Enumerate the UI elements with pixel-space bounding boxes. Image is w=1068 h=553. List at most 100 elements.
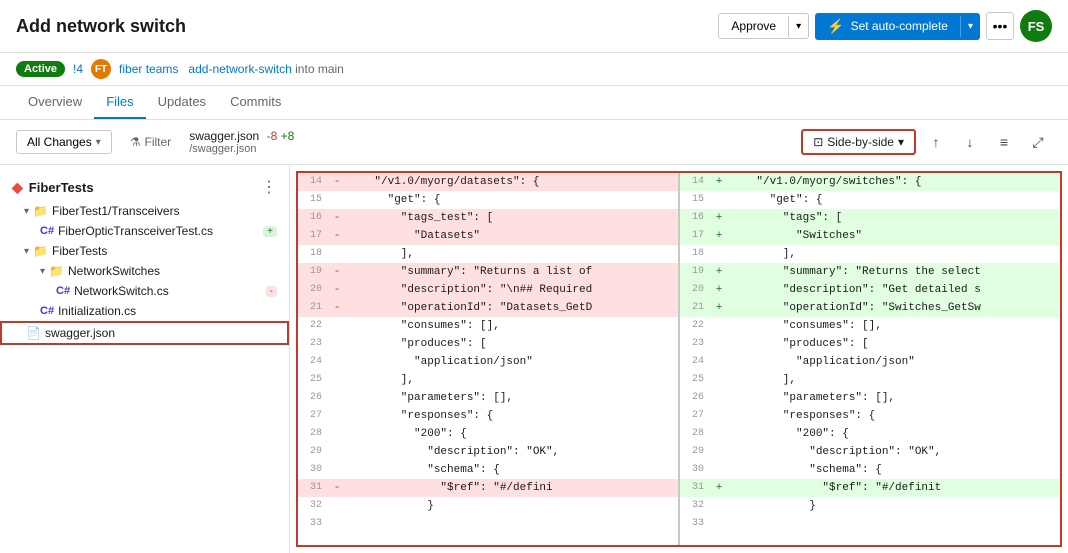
diff-right-panel[interactable]: 14+ "/v1.0/myorg/switches": {15 "get": {… xyxy=(680,173,1060,545)
line-sign: - xyxy=(330,227,344,245)
sidebar-item-transceivers[interactable]: ▾ 📁 FiberTest1/Transceivers xyxy=(0,201,289,221)
tab-updates[interactable]: Updates xyxy=(146,86,218,119)
line-number: 20 xyxy=(298,281,330,299)
line-sign: - xyxy=(330,281,344,299)
diff-line: 27 "responses": { xyxy=(298,407,678,425)
diff-line: 26 "parameters": [], xyxy=(680,389,1060,407)
all-changes-dropdown[interactable]: All Changes ▾ xyxy=(16,130,112,154)
line-number: 21 xyxy=(680,299,712,317)
sidebar: ◆ FiberTests ⋮ ▾ 📁 FiberTest1/Transceive… xyxy=(0,165,290,553)
line-number: 16 xyxy=(298,209,330,227)
line-sign xyxy=(330,515,344,533)
sidebar-title-label: FiberTests xyxy=(29,180,94,195)
scroll-up-button[interactable]: ↑ xyxy=(922,128,950,156)
cs-file-icon: C# xyxy=(40,305,54,317)
line-content: "description": "\n## Required xyxy=(344,281,678,299)
line-sign xyxy=(712,317,726,335)
line-content xyxy=(344,515,678,533)
header-right: Approve ▾ ⚡ Set auto-complete ▾ ••• FS xyxy=(718,10,1052,42)
toolbar-left: All Changes ▾ ⚗ Filter swagger.json -8 +… xyxy=(16,129,793,155)
expand-button[interactable]: ⤢ xyxy=(1024,128,1052,156)
side-by-side-button[interactable]: ⊡ Side-by-side ▾ xyxy=(801,129,916,155)
line-content: "responses": { xyxy=(344,407,678,425)
autocomplete-button[interactable]: ⚡ Set auto-complete xyxy=(815,13,960,40)
diff-line: 14+ "/v1.0/myorg/switches": { xyxy=(680,173,1060,191)
author-link[interactable]: fiber teams xyxy=(119,62,178,76)
line-content: "description": "OK", xyxy=(344,443,678,461)
diff-line: 28 "200": { xyxy=(298,425,678,443)
sidebar-item-networkswitch-cs[interactable]: C# NetworkSwitch.cs - xyxy=(0,281,289,301)
tab-overview[interactable]: Overview xyxy=(16,86,94,119)
line-sign xyxy=(330,317,344,335)
approve-button-group[interactable]: Approve ▾ xyxy=(718,13,809,39)
main-area: ◆ FiberTests ⋮ ▾ 📁 FiberTest1/Transceive… xyxy=(0,165,1068,553)
file-info: swagger.json -8 +8 /swagger.json xyxy=(189,129,294,155)
line-content: "tags_test": [ xyxy=(344,209,678,227)
diff-line: 28 "200": { xyxy=(680,425,1060,443)
line-content: "get": { xyxy=(344,191,678,209)
line-content: "200": { xyxy=(344,425,678,443)
autocomplete-button-group[interactable]: ⚡ Set auto-complete ▾ xyxy=(815,13,980,40)
filter-button[interactable]: ⚗ Filter xyxy=(120,131,181,153)
sidebar-item-networkswitches-folder[interactable]: ▾ 📁 NetworkSwitches xyxy=(0,261,289,281)
sidebar-more-button[interactable]: ⋮ xyxy=(261,177,277,197)
scroll-down-button[interactable]: ↓ xyxy=(956,128,984,156)
line-sign: - xyxy=(330,299,344,317)
line-sign xyxy=(330,353,344,371)
line-number: 26 xyxy=(298,389,330,407)
diff-minus: -8 xyxy=(267,129,278,143)
view-chevron-icon: ▾ xyxy=(898,135,904,149)
line-sign: + xyxy=(712,263,726,281)
more-options-button[interactable]: ••• xyxy=(986,12,1014,40)
file-label: FiberOpticTransceiverTest.cs xyxy=(58,224,213,238)
user-avatar: FS xyxy=(1020,10,1052,42)
line-sign xyxy=(712,389,726,407)
status-badge: Active xyxy=(16,61,65,77)
view-mode-label: Side-by-side xyxy=(827,135,894,149)
line-number: 17 xyxy=(680,227,712,245)
folder-label: FiberTests xyxy=(52,244,107,258)
line-content: "tags": [ xyxy=(726,209,1060,227)
diff-line: 31- "$ref": "#/defini xyxy=(298,479,678,497)
tab-commits[interactable]: Commits xyxy=(218,86,293,119)
header-left: Add network switch xyxy=(16,16,186,37)
line-sign xyxy=(712,443,726,461)
line-number: 27 xyxy=(680,407,712,425)
diff-line: 18 ], xyxy=(298,245,678,263)
autocomplete-caret[interactable]: ▾ xyxy=(960,16,980,37)
sidebar-item-initialization-cs[interactable]: C# Initialization.cs xyxy=(0,301,289,321)
line-content: "schema": { xyxy=(344,461,678,479)
diff-line: 33 xyxy=(298,515,678,533)
diff-line: 16- "tags_test": [ xyxy=(298,209,678,227)
line-content: "$ref": "#/definit xyxy=(726,479,1060,497)
line-number: 29 xyxy=(298,443,330,461)
sidebar-item-fibertests-folder[interactable]: ▾ 📁 FiberTests xyxy=(0,241,289,261)
line-content: "summary": "Returns the select xyxy=(726,263,1060,281)
diff-line: 17- "Datasets" xyxy=(298,227,678,245)
line-number: 21 xyxy=(298,299,330,317)
source-branch[interactable]: add-network-switch xyxy=(188,62,291,76)
diff-left-panel[interactable]: 14- "/v1.0/myorg/datasets": {15 "get": {… xyxy=(298,173,680,545)
tab-files[interactable]: Files xyxy=(94,86,145,119)
line-number: 25 xyxy=(680,371,712,389)
diff-line: 31+ "$ref": "#/definit xyxy=(680,479,1060,497)
sidebar-item-swagger-json[interactable]: 📄 swagger.json xyxy=(0,321,289,345)
diff-line: 17+ "Switches" xyxy=(680,227,1060,245)
line-sign xyxy=(330,407,344,425)
right-diff-container: 14+ "/v1.0/myorg/switches": {15 "get": {… xyxy=(680,173,1060,533)
settings-button[interactable]: ≡ xyxy=(990,128,1018,156)
line-content: "description": "OK", xyxy=(726,443,1060,461)
chevron-down-icon: ▾ xyxy=(96,137,101,148)
line-number: 16 xyxy=(680,209,712,227)
file-label: swagger.json xyxy=(45,326,115,340)
sidebar-item-transceiver-test[interactable]: C# FiberOpticTransceiverTest.cs + xyxy=(0,221,289,241)
approve-button[interactable]: Approve xyxy=(719,14,788,38)
tab-bar: Overview Files Updates Commits xyxy=(0,86,1068,120)
diff-line: 29 "description": "OK", xyxy=(298,443,678,461)
line-content: "operationId": "Datasets_GetD xyxy=(344,299,678,317)
line-number: 18 xyxy=(680,245,712,263)
approve-caret[interactable]: ▾ xyxy=(788,16,808,37)
line-sign: - xyxy=(330,479,344,497)
line-content: "schema": { xyxy=(726,461,1060,479)
line-number: 28 xyxy=(298,425,330,443)
